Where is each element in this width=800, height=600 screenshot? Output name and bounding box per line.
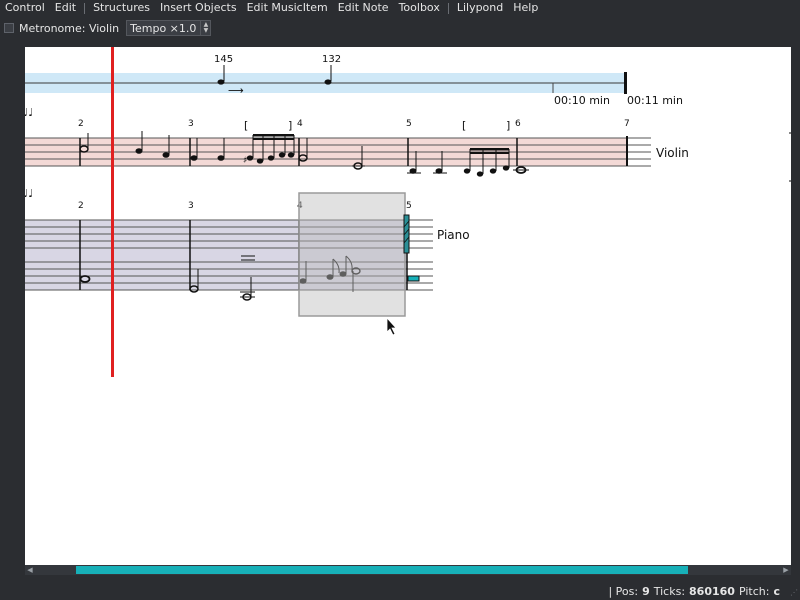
tempo-arrow-icon: ⟶ (228, 84, 244, 97)
horizontal-scrollbar[interactable]: ◀ ▶ (25, 565, 791, 575)
violin-measure-2: 2 (78, 119, 84, 129)
insertion-marker[interactable] (407, 275, 420, 282)
violin-notes-m6[interactable] (513, 166, 529, 174)
mouse-cursor-icon (386, 316, 397, 336)
piano-measure-2: 2 (78, 201, 84, 211)
scrollbar-thumb[interactable] (76, 566, 688, 574)
status-pitch-value: c (773, 585, 780, 598)
time-label-11: 00:11 min (627, 94, 683, 107)
status-bar: | Pos: 9 Ticks: 860160 Pitch: c ⋰ (0, 583, 800, 600)
violin-tuplet-close: ] (506, 119, 510, 132)
tempo-note-head[interactable] (324, 79, 332, 85)
svg-text:♯: ♯ (243, 156, 247, 166)
score-drawing[interactable]: 145 132 ⟶ 00:10 min 00:11 min ♩♩ 2 3 4 5… (25, 47, 791, 565)
resize-grip-icon[interactable]: ⋰ (788, 588, 798, 598)
menu-separator (84, 2, 86, 14)
piano-measure-3: 3 (188, 201, 194, 211)
menu-edit-note[interactable]: Edit Note (333, 0, 394, 16)
tempo-value: Tempo ×1.0 (130, 21, 197, 35)
menu-insert-objects[interactable]: Insert Objects (155, 0, 242, 16)
violin-measure-5: 5 (406, 119, 412, 129)
spin-down-icon[interactable]: ▼ (204, 28, 209, 34)
status-ticks-label: Ticks: (653, 585, 686, 598)
menu-edit-musicitem[interactable]: Edit MusicItem (242, 0, 333, 16)
status-pos-label: | Pos: (608, 585, 639, 598)
menu-lilypond[interactable]: Lilypond (452, 0, 508, 16)
piano-measure-5: 5 (406, 201, 412, 211)
menu-edit[interactable]: Edit (50, 0, 81, 16)
menu-help[interactable]: Help (508, 0, 543, 16)
metronome-checkbox[interactable] (4, 23, 14, 33)
selection-rectangle[interactable] (298, 192, 406, 317)
piano-staff-prefix: ♩♩ (25, 187, 33, 200)
timeline-end-marker (624, 72, 627, 94)
menu-bar: Control Edit Structures Insert Objects E… (0, 0, 800, 16)
score-canvas[interactable]: 145 132 ⟶ 00:10 min 00:11 min ♩♩ 2 3 4 5… (25, 47, 791, 565)
violin-staff-name[interactable]: Violin (656, 146, 689, 160)
status-ticks-value: 860160 (689, 585, 735, 598)
time-label-10: 00:10 min (554, 94, 610, 107)
menu-control[interactable]: Control (0, 0, 50, 16)
tempo-spin-buttons[interactable]: ▲ ▼ (200, 21, 210, 35)
arrow-right-icon[interactable]: ▶ (781, 565, 791, 575)
violin-staff-prefix: ♩♩ (25, 106, 33, 119)
status-pitch-label: Pitch: (738, 585, 770, 598)
violin-tuplet-close: ] (288, 119, 292, 132)
tempo-note-head[interactable] (217, 79, 225, 85)
violin-measure-4: 4 (297, 119, 303, 129)
violin-measure-6: 6 (515, 119, 521, 129)
menu-structures[interactable]: Structures (88, 0, 155, 16)
playhead-line[interactable] (111, 47, 114, 377)
tempo-mark-132: 132 (322, 54, 341, 65)
violin-measure-3: 3 (188, 119, 194, 129)
arrow-left-icon[interactable]: ◀ (25, 565, 35, 575)
tempo-mark-145: 145 (214, 54, 233, 65)
status-pos-value: 9 (642, 585, 650, 598)
violin-measure-7: 7 (624, 119, 630, 129)
piano-staff-name[interactable]: Piano (437, 228, 470, 242)
app-window: Control Edit Structures Insert Objects E… (0, 0, 800, 600)
metronome-label: Metronome: Violin (19, 21, 120, 35)
menu-toolbox[interactable]: Toolbox (394, 0, 445, 16)
menu-separator (447, 2, 449, 14)
violin-tuplet-open: [ (244, 119, 248, 132)
toolbar: Metronome: Violin Tempo ×1.0 ▲ ▼ (0, 16, 800, 40)
tempo-spinbox[interactable]: Tempo ×1.0 ▲ ▼ (126, 20, 212, 36)
violin-tuplet-open: [ (462, 119, 466, 132)
